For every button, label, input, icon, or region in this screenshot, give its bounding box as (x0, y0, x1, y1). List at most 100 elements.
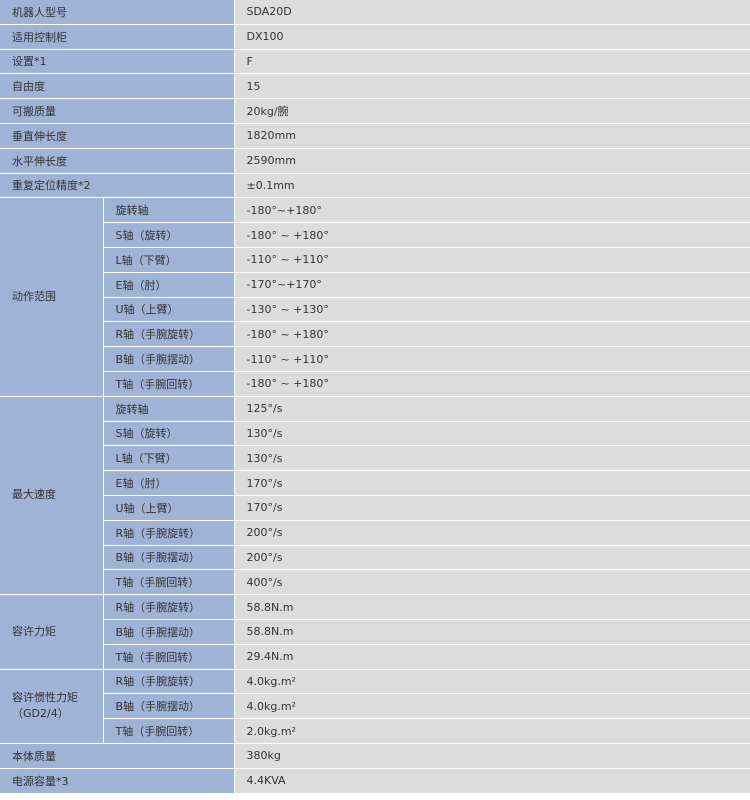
spec-label: 适用控制柜 (0, 24, 235, 50)
axis-label: L轴（下臂） (103, 247, 235, 273)
spec-value: 170°/s (234, 495, 750, 521)
spec-row: T轴（手腕回转） 29.4N.m (0, 644, 750, 670)
axis-label: T轴（手腕回转） (103, 644, 235, 670)
spec-value: 200°/s (234, 520, 750, 546)
spec-value: 170°/s (234, 470, 750, 496)
spec-value: -110° ~ +110° (234, 346, 750, 372)
spec-value: -180°~+180° (234, 197, 750, 224)
axis-label: R轴（手腕旋转） (103, 520, 235, 546)
group-label: 动作范围 (0, 197, 104, 397)
axis-label: T轴（手腕回转） (103, 569, 235, 596)
axis-label: S轴（旋转） (103, 222, 235, 248)
spec-row: E轴（肘） -170°~+170° (0, 272, 750, 298)
axis-label: R轴（手腕旋转） (103, 594, 235, 620)
spec-label: 本体质量 (0, 743, 235, 769)
spec-row: 动作范围 旋转轴 -180°~+180° (0, 197, 750, 397)
spec-row: T轴（手腕回转） 400°/s (0, 569, 750, 596)
spec-value: 4.4KVA (234, 768, 750, 794)
spec-row: S轴（旋转） 130°/s (0, 421, 750, 447)
axis-label: B轴（手腕摆动） (103, 693, 235, 720)
spec-row: B轴（手腕摆动） 200°/s (0, 545, 750, 571)
spec-row: U轴（上臂） -130° ~ +130° (0, 297, 750, 323)
spec-value: 29.4N.m (234, 644, 750, 670)
spec-value: 1820mm (234, 123, 750, 149)
axis-label: U轴（上臂） (103, 297, 235, 323)
spec-label: 机器人型号 (0, 0, 235, 25)
spec-row: B轴（手腕摆动） 4.0kg.m² (0, 693, 750, 720)
spec-value: 200°/s (234, 545, 750, 571)
spec-label: 水平伸长度 (0, 148, 235, 174)
spec-value: -170°~+170° (234, 272, 750, 298)
group-label: 容许惯性力矩 （GD2/4） (0, 669, 104, 744)
spec-row: 本体质量 380kg (0, 743, 750, 769)
spec-value: SDA20D (234, 0, 750, 25)
spec-row: U轴（上臂） 170°/s (0, 495, 750, 521)
spec-value: -130° ~ +130° (234, 297, 750, 323)
axis-label: U轴（上臂） (103, 495, 235, 521)
spec-label: 电源容量*3 (0, 768, 235, 794)
spec-value: 2.0kg.m² (234, 718, 750, 744)
axis-label: B轴（手腕摆动） (103, 619, 235, 645)
spec-value: 400°/s (234, 569, 750, 596)
axis-label: E轴（肘） (103, 272, 235, 298)
group-label: 容许力矩 (0, 594, 104, 670)
axis-label: R轴（手腕旋转） (103, 669, 235, 695)
spec-value: -110° ~ +110° (234, 247, 750, 273)
spec-label: 可搬质量 (0, 98, 235, 124)
spec-row: L轴（下臂） -110° ~ +110° (0, 247, 750, 273)
axis-label: B轴（手腕摆动） (103, 346, 235, 372)
spec-row: L轴（下臂） 130°/s (0, 445, 750, 472)
spec-row: R轴（手腕旋转） -180° ~ +180° (0, 321, 750, 348)
spec-row: E轴（肘） 170°/s (0, 470, 750, 496)
group-label-line: 动作范围 (12, 290, 56, 304)
spec-value: 4.0kg.m² (234, 669, 750, 695)
spec-row: 机器人型号 SDA20D (0, 0, 750, 25)
spec-value: 2590mm (234, 148, 750, 174)
spec-row: 容许惯性力矩 （GD2/4） R轴（手腕旋转） 4.0kg.m² (0, 669, 750, 744)
spec-value: 130°/s (234, 445, 750, 472)
axis-label: T轴（手腕回转） (103, 718, 235, 744)
spec-row: R轴（手腕旋转） 200°/s (0, 520, 750, 546)
spec-row: 水平伸长度 2590mm (0, 148, 750, 174)
spec-row: 垂直伸长度 1820mm (0, 123, 750, 149)
spec-row: 电源容量*3 4.4KVA (0, 768, 750, 794)
spec-value: 20kg/腕 (234, 98, 750, 124)
axis-label: B轴（手腕摆动） (103, 545, 235, 571)
spec-label: 设置*1 (0, 49, 235, 75)
spec-row: 容许力矩 R轴（手腕旋转） 58.8N.m (0, 594, 750, 670)
spec-row: B轴（手腕摆动） -110° ~ +110° (0, 346, 750, 372)
axis-label: T轴（手腕回转） (103, 371, 235, 397)
spec-value: 130°/s (234, 421, 750, 447)
spec-row: T轴（手腕回转） -180° ~ +180° (0, 371, 750, 397)
group-label: 最大速度 (0, 396, 104, 596)
axis-label: S轴（旋转） (103, 421, 235, 447)
spec-label: 重复定位精度*2 (0, 173, 235, 199)
group-label-line: 容许惯性力矩 (12, 691, 78, 705)
group-label-line: 最大速度 (12, 488, 56, 502)
spec-value: 58.8N.m (234, 594, 750, 620)
spec-table: 机器人型号 SDA20D 适用控制柜 DX100 设置*1 F 自由度 15 可搬质量 20kg/… (0, 0, 750, 794)
group-label-line: 容许力矩 (12, 624, 56, 638)
axis-label: E轴（肘） (103, 470, 235, 496)
spec-label: 垂直伸长度 (0, 123, 235, 149)
spec-value: F (234, 49, 750, 75)
spec-row: 自由度 15 (0, 73, 750, 100)
spec-row: T轴（手腕回转） 2.0kg.m² (0, 718, 750, 744)
spec-value: 4.0kg.m² (234, 693, 750, 720)
spec-value: -180° ~ +180° (234, 222, 750, 248)
spec-table-body: 机器人型号 SDA20D 适用控制柜 DX100 设置*1 F 自由度 15 可搬质量 20kg/… (0, 0, 750, 794)
axis-label: L轴（下臂） (103, 445, 235, 472)
spec-value: ±0.1mm (234, 173, 750, 199)
spec-row: S轴（旋转） -180° ~ +180° (0, 222, 750, 248)
spec-value: 15 (234, 73, 750, 100)
spec-row: 最大速度 旋转轴 125°/s (0, 396, 750, 596)
spec-row: 重复定位精度*2 ±0.1mm (0, 173, 750, 199)
spec-row: 适用控制柜 DX100 (0, 24, 750, 50)
spec-value: DX100 (234, 24, 750, 50)
spec-row: 可搬质量 20kg/腕 (0, 98, 750, 124)
axis-label: 旋转轴 (103, 197, 235, 224)
spec-row: 设置*1 F (0, 49, 750, 75)
spec-value: -180° ~ +180° (234, 321, 750, 348)
axis-label: 旋转轴 (103, 396, 235, 422)
group-label-line: （GD2/4） (12, 707, 69, 721)
